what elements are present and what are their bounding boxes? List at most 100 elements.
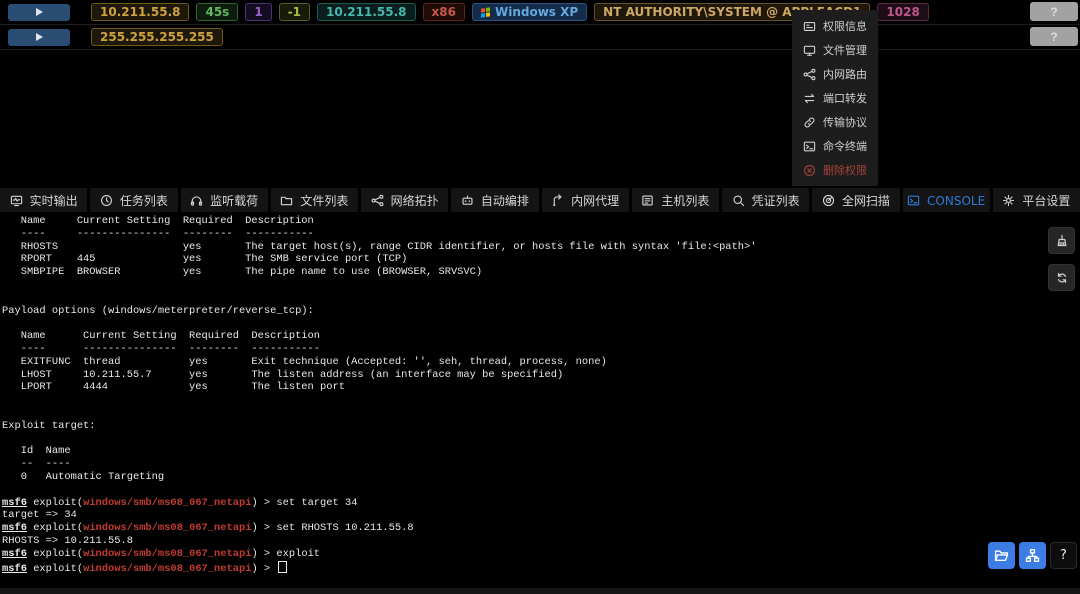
tab-label: 平台设置 <box>1022 194 1071 208</box>
clock-icon <box>100 195 112 206</box>
session-topbar: 10.211.55.8 45s 1 -1 10.211.55.8 x86 Win… <box>0 0 1080 50</box>
swap-arrows-icon <box>804 93 815 103</box>
loop-icon <box>1057 272 1066 283</box>
topology-icon <box>371 194 384 207</box>
broom-icon <box>1057 234 1066 246</box>
tab-task-list[interactable]: 任务列表 <box>90 188 178 213</box>
module-path: windows/smb/ms08_067_netapi <box>83 496 252 509</box>
console-output-line: RHOSTS => 10.211.55.8 <box>0 535 1080 548</box>
menu-item-label: 文件管理 <box>823 44 867 57</box>
console-prompt-line: msf6 exploit(windows/smb/ms08_067_netapi… <box>0 497 1080 510</box>
clear-console-button[interactable] <box>1048 227 1075 254</box>
session-help-button[interactable]: ? <box>1030 2 1078 21</box>
network-graph-button[interactable] <box>1019 542 1046 569</box>
autoscroll-toggle-button[interactable] <box>1048 264 1075 291</box>
console-corner-tools: ? <box>988 542 1077 569</box>
console-output-block: Name Current Setting Required Descriptio… <box>2 215 757 483</box>
session-ip-badge: 255.255.255.255 <box>91 28 223 46</box>
session-os-badge: Windows XP <box>471 3 588 21</box>
console-prompt-line[interactable]: msf6 exploit(windows/smb/ms08_067_netapi… <box>0 560 1080 576</box>
session-host-ip-badge: 10.211.55.8 <box>317 3 416 21</box>
tab-intranet-proxy[interactable]: 内网代理 <box>541 188 629 213</box>
prompt-text: ) > <box>251 496 277 509</box>
menu-item-permission-info[interactable]: 权限信息 <box>792 14 878 38</box>
tab-listener-payload[interactable]: 监听载荷 <box>180 188 268 213</box>
tab-platform-settings[interactable]: 平台设置 <box>992 188 1080 213</box>
menu-item-label: 权限信息 <box>823 20 867 33</box>
tab-network-topology[interactable]: 网络拓扑 <box>361 188 449 213</box>
folder-open-icon <box>994 550 1009 562</box>
session-ip-badge: 10.211.55.8 <box>91 3 190 21</box>
msf-prompt: msf6 <box>2 562 27 575</box>
msf-prompt: msf6 <box>2 547 27 560</box>
console-side-tools <box>1048 227 1075 291</box>
os-label: Windows XP <box>494 5 579 19</box>
tab-label: 凭证列表 <box>751 194 800 208</box>
bottom-strip <box>0 588 1080 594</box>
prompt-text: ) > <box>251 522 277 535</box>
prompt-text: exploit( <box>26 522 84 535</box>
session-pid-badge: 1028 <box>877 3 929 21</box>
session-run-button[interactable] <box>8 28 70 46</box>
play-icon <box>35 33 43 41</box>
output-text: RHOSTS => 10.211.55.8 <box>2 534 133 547</box>
menu-item-label: 命令终端 <box>823 140 867 153</box>
tab-label: 主机列表 <box>661 194 710 208</box>
console-output-line: target => 34 <box>0 509 1080 522</box>
tab-realtime-output[interactable]: 实时输出 <box>0 188 88 213</box>
search-icon <box>733 195 744 207</box>
menu-item-label: 内网路由 <box>823 68 867 81</box>
prompt-text: ) > <box>251 562 277 575</box>
module-path: windows/smb/ms08_067_netapi <box>83 547 252 560</box>
tab-auto-orchestration[interactable]: 自动编排 <box>451 188 539 213</box>
tab-host-list[interactable]: 主机列表 <box>631 188 719 213</box>
menu-item-label: 删除权限 <box>823 164 867 177</box>
desktop-icon <box>803 45 816 56</box>
file-browser-button[interactable] <box>988 542 1015 569</box>
session-row: 10.211.55.8 45s 1 -1 10.211.55.8 x86 Win… <box>0 0 1080 25</box>
terminal-icon <box>907 195 920 206</box>
folder-icon <box>281 196 293 206</box>
session-count-badge: -1 <box>278 3 311 21</box>
session-run-button[interactable] <box>8 3 70 21</box>
play-icon <box>35 8 43 16</box>
tab-label: 自动编排 <box>480 194 529 208</box>
menu-item-label: 传输协议 <box>823 116 867 129</box>
msf-prompt: msf6 <box>2 522 27 535</box>
tab-label: CONSOLE <box>927 193 986 208</box>
menu-item-command-terminal[interactable]: 命令终端 <box>792 134 878 158</box>
tab-network-scan[interactable]: 全网扫描 <box>812 188 900 213</box>
menu-item-intranet-route[interactable]: 内网路由 <box>792 62 878 86</box>
session-help-button[interactable]: ? <box>1030 27 1078 46</box>
console-cursor <box>278 560 288 573</box>
circle-x-icon <box>804 164 815 176</box>
menu-item-port-forward[interactable]: 端口转发 <box>792 86 878 110</box>
module-path: windows/smb/ms08_067_netapi <box>83 522 252 535</box>
tab-label: 内网代理 <box>571 194 620 208</box>
tab-label: 任务列表 <box>119 194 168 208</box>
console-prompt-line: msf6 exploit(windows/smb/ms08_067_netapi… <box>0 548 1080 561</box>
prompt-text: ) > <box>251 547 277 560</box>
menu-item-label: 端口转发 <box>823 92 867 105</box>
tab-label: 网络拓扑 <box>390 194 439 208</box>
tab-credential-list[interactable]: 凭证列表 <box>722 188 810 213</box>
prompt-text: exploit( <box>26 562 84 575</box>
tab-file-list[interactable]: 文件列表 <box>270 188 358 213</box>
menu-item-file-manager[interactable]: 文件管理 <box>792 38 878 62</box>
robot-icon <box>462 195 473 205</box>
session-context-menu: 权限信息 文件管理 内网路由 端口转发 传输协议 命令终端 删除权限 <box>792 10 878 186</box>
gear-icon <box>1003 194 1015 207</box>
menu-item-delete-permission[interactable]: 删除权限 <box>792 158 878 182</box>
menu-item-transfer-protocol[interactable]: 传输协议 <box>792 110 878 134</box>
session-row: 255.255.255.255 ? <box>0 25 1080 50</box>
help-button[interactable]: ? <box>1050 542 1077 569</box>
tab-label: 文件列表 <box>300 194 349 208</box>
monitor-pulse-icon <box>10 195 22 207</box>
command-text: set RHOSTS 10.211.55.8 <box>276 522 414 535</box>
windows-logo-icon <box>480 6 490 18</box>
console-panel: Name Current Setting Required Descriptio… <box>0 212 1080 594</box>
terminal-icon <box>803 141 816 151</box>
proxy-route-icon <box>553 194 562 207</box>
prompt-text: exploit( <box>26 547 84 560</box>
tab-console[interactable]: CONSOLE <box>902 188 990 213</box>
